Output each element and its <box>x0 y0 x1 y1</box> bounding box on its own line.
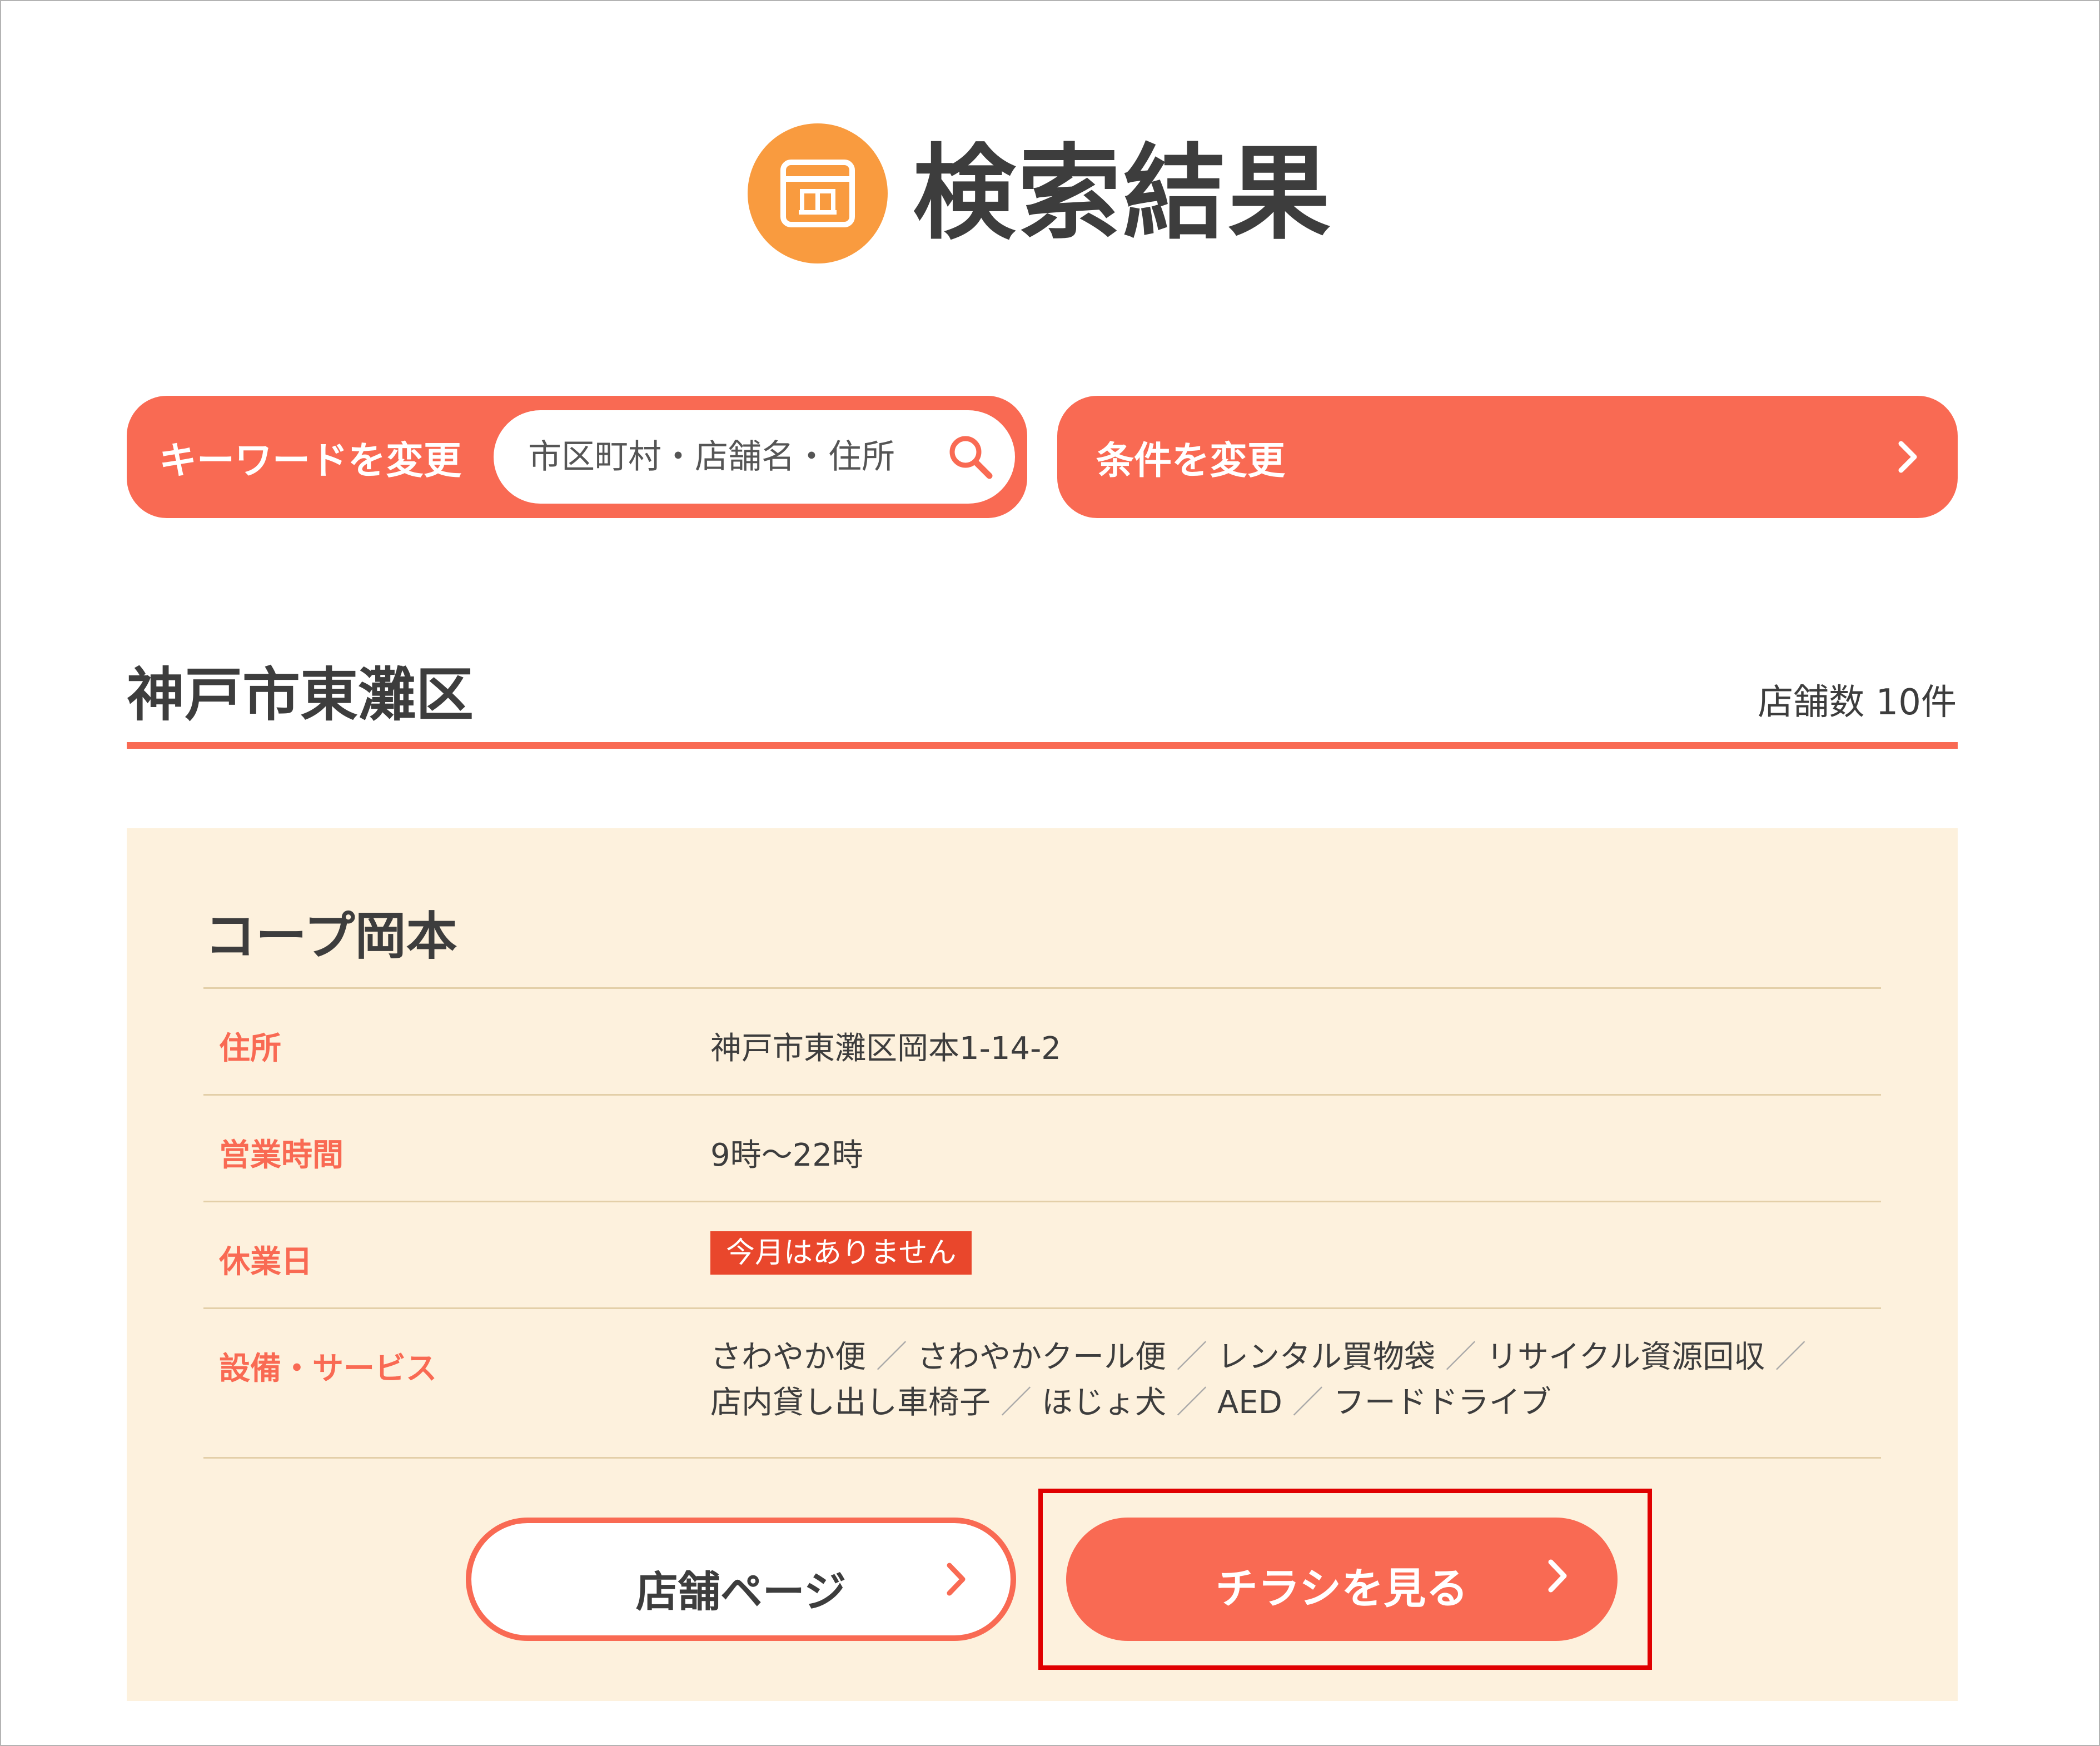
service-item: さわやかクール便 <box>917 1339 1166 1375</box>
service-separator: ／ <box>1001 1385 1032 1421</box>
page-header: 検索結果 <box>748 121 1333 266</box>
store-page-button[interactable]: 店舗ページ <box>466 1518 1016 1641</box>
service-item: ほじょ犬 <box>1042 1385 1166 1421</box>
chevron-right-icon <box>1546 1558 1569 1596</box>
hours-value: 9時～22時 <box>710 1137 863 1173</box>
chevron-right-icon <box>1897 439 1919 477</box>
page-title: 検索結果 <box>913 133 1333 253</box>
service-separator: ／ <box>1292 1385 1323 1421</box>
service-separator: ／ <box>876 1339 907 1375</box>
store-count: 店舗数 10件 <box>1758 682 1957 723</box>
services-label: 設備・サービス <box>219 1351 437 1387</box>
search-field[interactable] <box>494 410 1015 504</box>
keyword-search-box: キーワードを変更 <box>127 396 1027 518</box>
service-item: フードドライブ <box>1333 1385 1551 1421</box>
service-item: リサイクル資源回収 <box>1486 1339 1765 1375</box>
area-divider <box>127 742 1958 749</box>
store-page-label: 店舗ページ <box>635 1567 847 1616</box>
closed-badge: 今月はありません <box>710 1231 972 1275</box>
store-name: コープ岡本 <box>205 907 457 966</box>
service-separator: ／ <box>1445 1339 1476 1375</box>
search-icon[interactable] <box>947 434 994 482</box>
chevron-right-icon <box>945 1561 967 1600</box>
info-row-services: 設備・サービス さわやか便 ／ さわやかクール便 ／ レンタル買物袋 ／ リサイクル資源回収… <box>203 1307 1881 1459</box>
change-conditions-label: 条件を変更 <box>1096 439 1286 483</box>
service-item: レンタル買物袋 <box>1217 1339 1435 1375</box>
calendar-icon <box>748 123 888 263</box>
service-separator: ／ <box>1176 1339 1207 1375</box>
service-item: 店内貸し出し車椅子 <box>710 1385 991 1421</box>
info-row-address: 住所 神戸市東灘区岡本1-14-2 <box>203 987 1881 1094</box>
closed-value: 今月はありません <box>710 1231 972 1275</box>
address-label: 住所 <box>219 1031 281 1067</box>
change-conditions-button[interactable]: 条件を変更 <box>1057 396 1958 518</box>
service-separator: ／ <box>1775 1339 1807 1375</box>
area-title: 神戸市東灘区 <box>127 661 474 729</box>
store-info-table: 住所 神戸市東灘区岡本1-14-2 営業時間 9時～22時 休業日 今月はありま… <box>203 987 1881 1459</box>
closed-label: 休業日 <box>219 1244 312 1280</box>
services-value: さわやか便 ／ さわやかクール便 ／ レンタル買物袋 ／ リサイクル資源回収 ／ 店内貸し出し… <box>710 1335 1816 1426</box>
info-row-hours: 営業時間 9時～22時 <box>203 1094 1881 1201</box>
view-flyer-button[interactable]: チラシを見る <box>1066 1518 1618 1641</box>
service-item: AED <box>1217 1385 1282 1421</box>
service-item: さわやか便 <box>710 1339 866 1375</box>
search-input[interactable] <box>528 437 939 476</box>
view-flyer-label: チラシを見る <box>1215 1564 1469 1613</box>
address-value: 神戸市東灘区岡本1-14-2 <box>710 1031 1061 1067</box>
info-row-closed: 休業日 今月はありません <box>203 1201 1881 1307</box>
store-card: コープ岡本 住所 神戸市東灘区岡本1-14-2 営業時間 9時～22時 休業日 … <box>127 828 1958 1701</box>
hours-label: 営業時間 <box>219 1137 344 1173</box>
service-separator: ／ <box>1176 1385 1207 1421</box>
keyword-label: キーワードを変更 <box>159 439 462 483</box>
